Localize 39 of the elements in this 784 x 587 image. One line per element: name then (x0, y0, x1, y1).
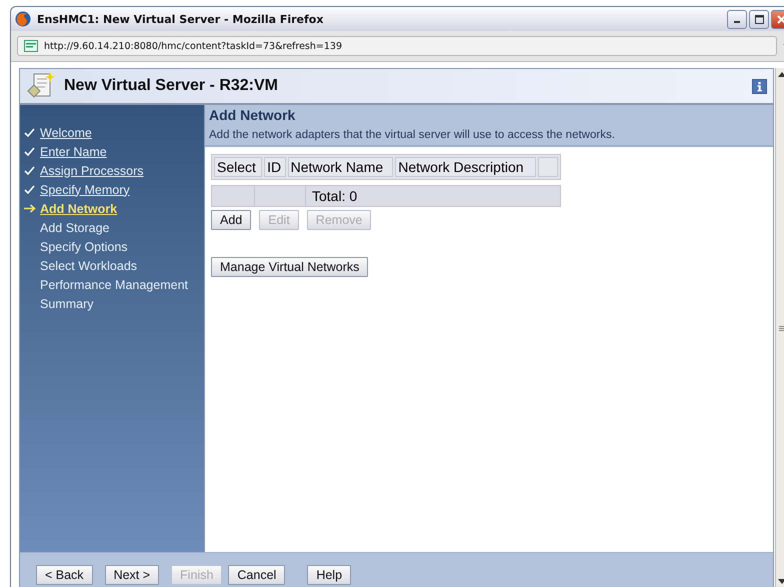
manage-networks-button[interactable]: Manage Virtual Networks (211, 257, 368, 277)
step-label: Select Workloads (40, 258, 138, 272)
page-icon (24, 40, 38, 52)
step-label: Specify Options (40, 240, 128, 254)
page-title: Add Network (209, 107, 296, 123)
browser-logo-icon (15, 11, 31, 27)
table-button[interactable]: Add (211, 210, 252, 230)
column-header[interactable]: Network Name (288, 157, 394, 177)
wizard-title: New Virtual Server - R32:VM (64, 77, 280, 95)
footer-button[interactable]: Next > (104, 565, 160, 585)
footer-button[interactable]: Cancel (228, 565, 286, 585)
minimize-icon (734, 21, 740, 23)
step-link[interactable]: Assign Processors (40, 164, 144, 178)
step-link[interactable]: Enter Name (40, 144, 107, 158)
column-header (538, 157, 558, 177)
scroll-up-icon[interactable] (778, 71, 784, 77)
column-header[interactable]: Network Description (395, 157, 536, 177)
step-link[interactable]: Welcome (40, 126, 92, 140)
footer-button[interactable]: Help (307, 565, 352, 585)
address-bar[interactable]: http://9.60.14.210:8080/hmc/content?taskId=73&refresh=139 (17, 36, 777, 56)
page-description: Add the network adapters that the virtual server will use to access the networks. (209, 129, 616, 141)
step-label: Summary (40, 296, 94, 310)
step-link[interactable]: Add Network (40, 202, 118, 216)
maximize-icon (754, 14, 764, 24)
scroll-down-icon[interactable] (778, 579, 784, 585)
url-text: http://9.60.14.210:8080/hmc/content?taskId=73&refresh=139 (44, 40, 342, 52)
maximize-button[interactable] (749, 10, 769, 28)
total-count: Total: 0 (312, 188, 358, 204)
minimize-button[interactable] (727, 10, 747, 28)
step-link[interactable]: Specify Memory (40, 182, 130, 196)
scroll-grip-icon (779, 326, 784, 330)
step-label: Performance Management (40, 278, 188, 292)
column-header[interactable]: ID (264, 157, 286, 177)
info-icon[interactable] (752, 78, 767, 94)
step-label: Add Storage (40, 220, 110, 234)
close-icon (776, 14, 784, 24)
footer-button[interactable]: < Back (36, 565, 93, 585)
window-title: EnsHMC1: New Virtual Server - Mozilla Firefox (37, 12, 324, 26)
column-header[interactable]: Select (214, 157, 262, 177)
